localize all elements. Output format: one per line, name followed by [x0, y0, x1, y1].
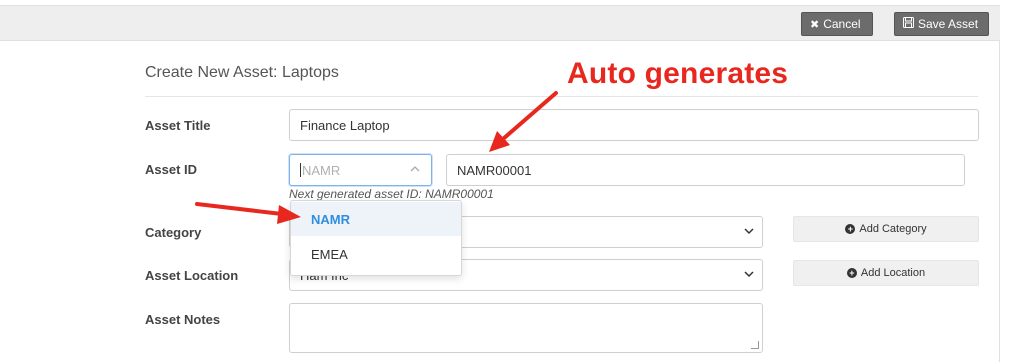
title-divider — [145, 96, 978, 97]
prefix-option-emea[interactable]: EMEA — [291, 237, 461, 271]
add-category-label: Add Category — [859, 223, 927, 235]
asset-id-prefix-placeholder: NAMR — [302, 162, 341, 178]
asset-notes-textarea[interactable] — [289, 303, 763, 353]
page-title: Create New Asset: Laptops — [145, 64, 339, 81]
add-location-button[interactable]: + Add Location — [793, 260, 979, 286]
asset-id-prefix-select[interactable]: NAMR — [289, 154, 432, 186]
resize-handle-icon[interactable] — [751, 341, 759, 349]
add-category-button[interactable]: + Add Category — [793, 216, 979, 242]
asset-id-input[interactable]: NAMR00001 — [446, 154, 965, 186]
plus-circle-icon: + — [846, 268, 857, 278]
asset-id-prefix-menu: NAMR EMEA — [290, 200, 462, 276]
chevron-up-icon[interactable] — [409, 163, 421, 178]
asset-id-label: Asset ID — [145, 162, 198, 177]
asset-title-input[interactable]: Finance Laptop — [289, 109, 979, 141]
cancel-label: Cancel — [823, 17, 861, 31]
asset-id-value: NAMR00001 — [457, 162, 532, 178]
asset-title-value: Finance Laptop — [300, 117, 390, 133]
chevron-down-icon — [744, 224, 754, 235]
cancel-button[interactable]: ✖ Cancel — [801, 12, 873, 36]
save-asset-button[interactable]: Save Asset — [894, 12, 989, 36]
floppy-disk-icon — [903, 17, 914, 31]
close-icon: ✖ — [810, 18, 820, 31]
add-location-label: Add Location — [860, 267, 926, 279]
top-toolbar: ✖ Cancel Save Asset — [0, 5, 1000, 41]
text-cursor — [300, 163, 301, 177]
asset-id-hint: Next generated asset ID: NAMR00001 — [289, 187, 494, 201]
plus-circle-icon: + — [845, 224, 856, 234]
asset-location-label: Asset Location — [145, 268, 239, 283]
category-label: Category — [145, 225, 202, 240]
save-asset-label: Save Asset — [918, 17, 979, 31]
chevron-down-icon — [744, 267, 754, 278]
asset-notes-label: Asset Notes — [145, 312, 221, 327]
asset-title-label: Asset Title — [145, 118, 211, 133]
annotation-text: Auto generates — [567, 57, 789, 90]
prefix-option-namr[interactable]: NAMR — [291, 202, 461, 236]
